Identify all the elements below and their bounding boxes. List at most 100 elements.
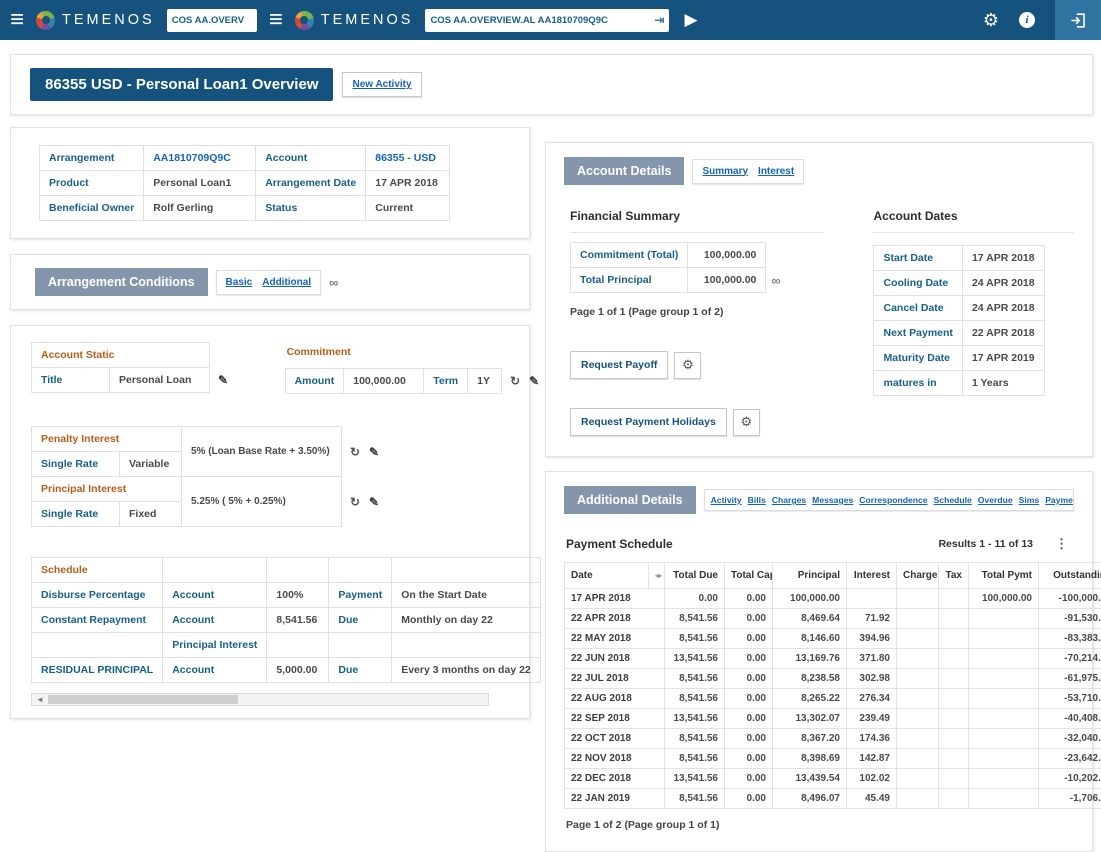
payment-schedule-row: 22 DEC 2018 13,541.56 0.00 13,439.54 102… xyxy=(565,769,1101,789)
section-badge: Arrangement Conditions xyxy=(35,268,208,296)
payment-schedule-row: 22 JAN 2019 8,541.56 0.00 8,496.07 45.49… xyxy=(565,789,1101,809)
edit-icon[interactable]: ✎ xyxy=(218,373,228,387)
field-label: Single Rate xyxy=(32,502,120,527)
edit-icon[interactable]: ✎ xyxy=(369,445,379,459)
table-row: Account Static xyxy=(32,343,237,368)
request-payoff-button[interactable]: Request Payoff xyxy=(570,351,668,379)
holidays-button-row: Request Payment Holidays ⚙ xyxy=(570,408,823,436)
cell-charge xyxy=(897,629,939,649)
new-activity-link[interactable]: New Activity xyxy=(342,72,421,97)
schedule-due: Payment xyxy=(329,583,392,608)
cell-date: 22 JAN 2019 xyxy=(565,789,665,809)
additional-details-card: Additional Details ActivityBillsChargesM… xyxy=(545,471,1093,852)
account-dates-table: Start Date 17 APR 2018 Cooling Date 24 A… xyxy=(873,245,1044,396)
cell-tax xyxy=(939,669,969,689)
temenos-logo-text: TEMENOS xyxy=(62,12,155,28)
refresh-icon[interactable]: ↻ xyxy=(350,495,360,509)
table-row: Start Date 17 APR 2018 xyxy=(874,246,1044,271)
field-value: Personal Loan1 xyxy=(144,171,256,196)
cell-total-cap: 0.00 xyxy=(725,729,773,749)
table-row: Arrangement AA1810709Q9C Account 86355 -… xyxy=(40,146,450,171)
payoff-settings-button[interactable]: ⚙ xyxy=(674,352,701,379)
field-value: 100,000.00 xyxy=(344,369,424,394)
expand-icon[interactable]: ∞ xyxy=(329,275,338,290)
cell-tax xyxy=(939,689,969,709)
payment-schedule-row: 22 NOV 2018 8,541.56 0.00 8,398.69 142.8… xyxy=(565,749,1101,769)
table-row: Schedule ↻ ✎ xyxy=(32,558,587,583)
menu-icon[interactable]: ≡ xyxy=(10,9,24,31)
cell-total-cap: 0.00 xyxy=(725,689,773,709)
refresh-icon[interactable]: ↻ xyxy=(510,374,520,388)
additional-details-link[interactable]: Schedule xyxy=(934,495,972,505)
schedule-account: Account xyxy=(163,608,267,633)
cell-interest: 276.34 xyxy=(847,689,897,709)
holidays-settings-button[interactable]: ⚙ xyxy=(733,409,760,436)
cell-principal: 8,265.22 xyxy=(773,689,847,709)
edit-icon[interactable]: ✎ xyxy=(369,495,379,509)
field-label: Status xyxy=(256,196,366,221)
payment-schedule-row: 22 SEP 2018 13,541.56 0.00 13,302.07 239… xyxy=(565,709,1101,729)
cell-outstanding: -70,214.00 xyxy=(1039,649,1101,669)
additional-details-link[interactable]: Messages xyxy=(812,495,853,505)
scroll-left-icon[interactable]: ◄ xyxy=(32,695,48,704)
refresh-icon[interactable]: ↻ xyxy=(350,445,360,459)
table-row: Total Principal 100,000.00 ∞ xyxy=(571,268,792,293)
additional-details-link[interactable]: Charges xyxy=(772,495,806,505)
tab-interest[interactable]: Interest xyxy=(758,166,794,177)
command-input-1[interactable] xyxy=(172,15,252,26)
payment-schedule-row: 22 MAY 2018 8,541.56 0.00 8,146.60 394.9… xyxy=(565,629,1101,649)
scrollbar-thumb[interactable] xyxy=(48,695,238,704)
cell-tax xyxy=(939,649,969,669)
cell-outstanding: -100,000.00 xyxy=(1039,589,1101,609)
column-header-total-pymt: Total Pymt xyxy=(969,563,1039,589)
field-value: 17 APR 2018 xyxy=(962,246,1044,271)
run-command-icon[interactable]: ⇥ xyxy=(654,13,664,27)
cell-principal: 8,496.07 xyxy=(773,789,847,809)
table-row: Title Personal Loan ✎ xyxy=(32,368,237,393)
menu-icon-2[interactable]: ≡ xyxy=(269,9,283,31)
play-icon[interactable]: ▶ xyxy=(684,10,697,30)
table-row: Penalty Interest 5% (Loan Base Rate + 3.… xyxy=(32,427,388,452)
cell-charge xyxy=(897,729,939,749)
cell-principal: 8,367.20 xyxy=(773,729,847,749)
additional-details-link[interactable]: Payment Orders xyxy=(1045,495,1074,505)
additional-details-link[interactable]: Activity xyxy=(711,495,742,505)
more-options-icon[interactable]: ⋮ xyxy=(1055,536,1068,552)
cell-total-cap: 0.00 xyxy=(725,629,773,649)
cell-date: 22 DEC 2018 xyxy=(565,769,665,789)
logout-button[interactable] xyxy=(1055,0,1101,40)
cell-total-pymt xyxy=(969,729,1039,749)
topbar-actions: ⚙ i xyxy=(983,0,1101,40)
field-value: Current xyxy=(366,196,450,221)
additional-details-link[interactable]: Correspondence xyxy=(859,495,927,505)
command-input-2[interactable] xyxy=(430,15,651,26)
cell-tax xyxy=(939,709,969,729)
additional-details-link[interactable]: Bills xyxy=(748,495,766,505)
expand-icon[interactable]: ∞ xyxy=(771,273,780,288)
tab-summary[interactable]: Summary xyxy=(702,166,748,177)
table-row: Maturity Date 17 APR 2019 xyxy=(874,346,1044,371)
cell-interest: 71.92 xyxy=(847,609,897,629)
tab-additional[interactable]: Additional xyxy=(262,277,311,288)
edit-icon[interactable]: ✎ xyxy=(529,374,539,388)
info-icon[interactable]: i xyxy=(1019,12,1035,28)
arrangement-info-card: Arrangement AA1810709Q9C Account 86355 -… xyxy=(10,127,530,239)
field-value: Variable xyxy=(120,452,182,477)
settings-gear-icon[interactable]: ⚙ xyxy=(983,10,999,31)
horizontal-scrollbar[interactable]: ◄ xyxy=(31,693,489,706)
cell-interest: 45.49 xyxy=(847,789,897,809)
temenos-logo: TEMENOS xyxy=(36,11,155,30)
tab-basic[interactable]: Basic xyxy=(226,277,253,288)
cell-tax xyxy=(939,729,969,749)
request-payment-holidays-button[interactable]: Request Payment Holidays xyxy=(570,408,727,436)
cell-date: 22 APR 2018 xyxy=(565,609,665,629)
sort-header: ◂▸ xyxy=(649,563,665,589)
sort-icon[interactable]: ◂▸ xyxy=(655,571,661,580)
schedule-label: Disburse Percentage xyxy=(32,583,163,608)
cell-interest: 394.96 xyxy=(847,629,897,649)
commitment-section: Commitment Amount 100,000.00 Term 1Y ↻ ✎ xyxy=(285,342,548,394)
additional-details-link[interactable]: Sims xyxy=(1019,495,1040,505)
field-label: Next Payment xyxy=(874,321,962,346)
gear-icon: ⚙ xyxy=(682,357,694,373)
additional-details-link[interactable]: Overdue xyxy=(978,495,1013,505)
